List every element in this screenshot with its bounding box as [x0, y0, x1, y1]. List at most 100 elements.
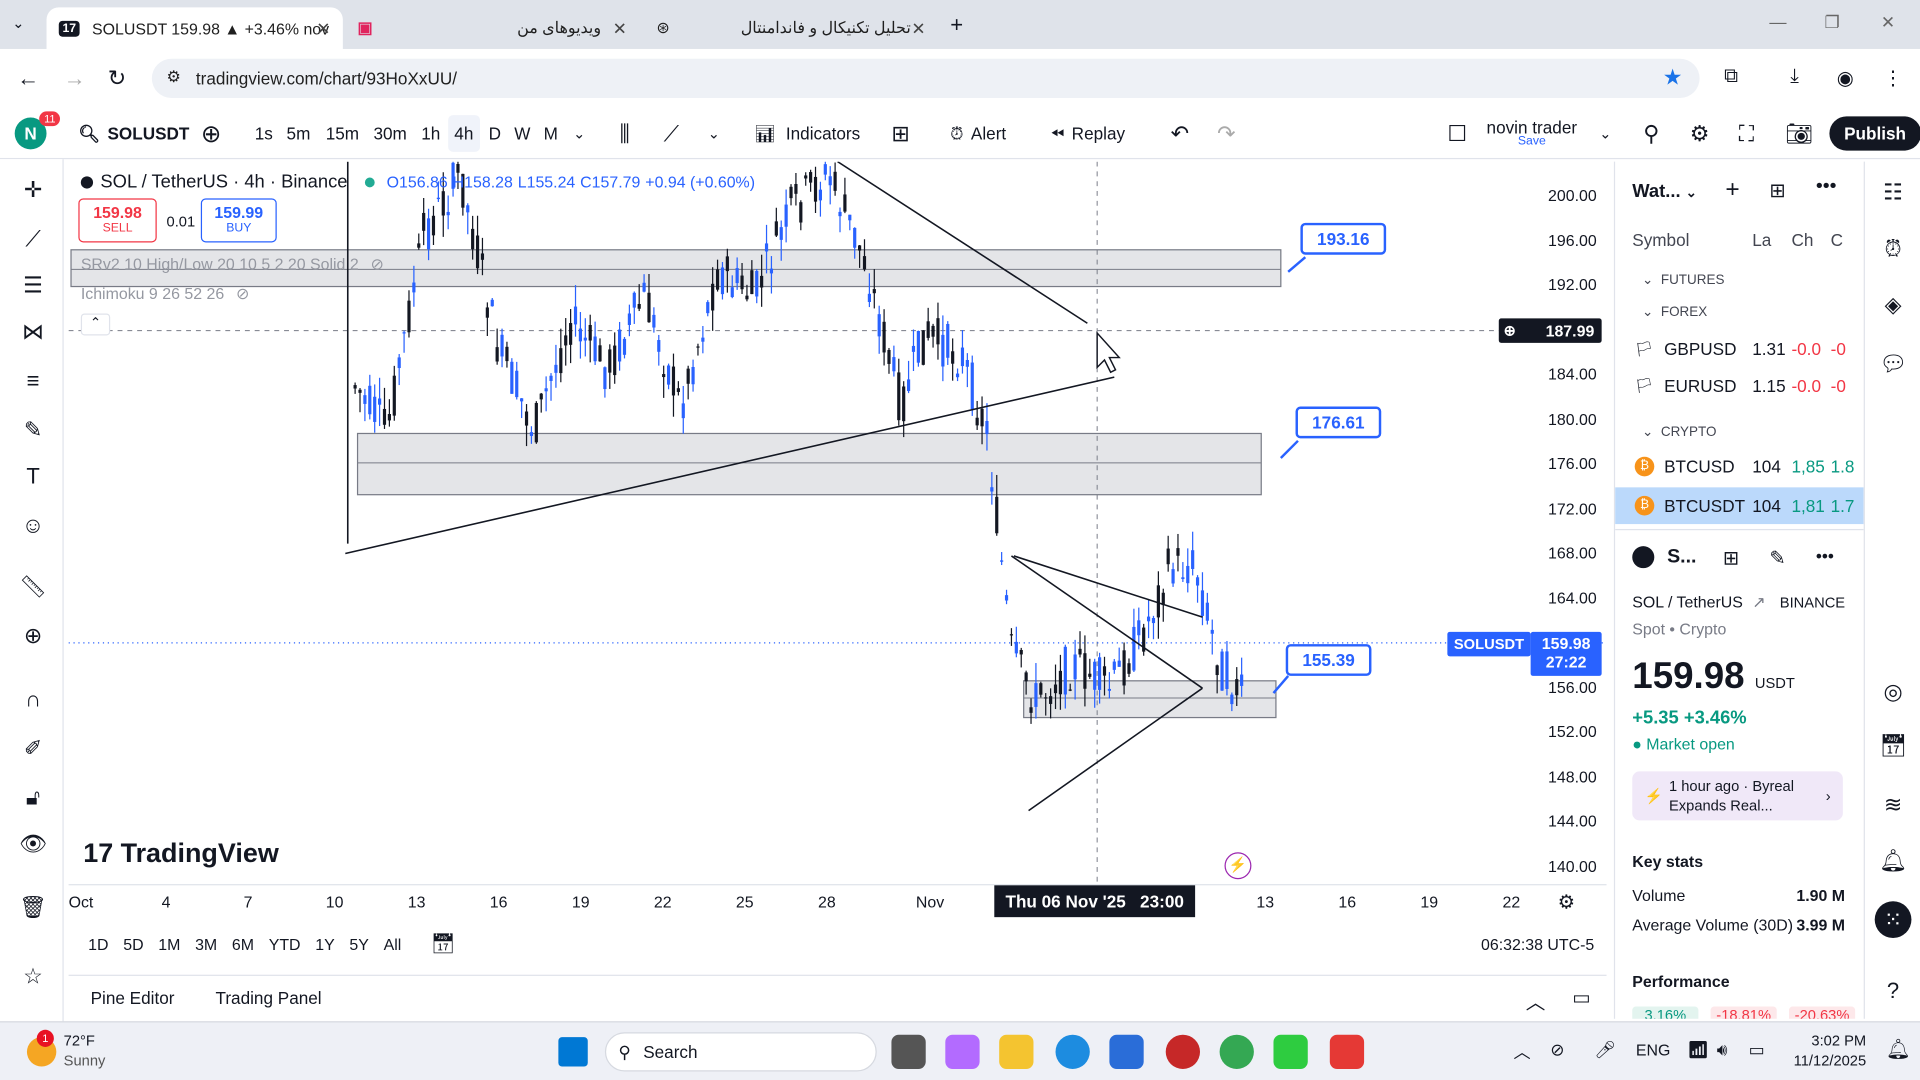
watchlist-icon[interactable]: ☷ — [1877, 176, 1909, 208]
layout-grid-icon[interactable]: ⊞ — [1723, 546, 1739, 570]
time-axis[interactable]: Oct 4 7 10 13 16 19 22 25 28 Nov 13 16 19 22 Thu 06 No… — [68, 884, 1607, 918]
buy-button[interactable]: 159.99 BUY — [200, 198, 277, 243]
sell-button[interactable]: 159.98 SELL — [78, 198, 157, 243]
watchlist-title[interactable]: Wat... ⌄ — [1632, 181, 1697, 202]
calendar-icon[interactable]: 📅︎ — [1877, 730, 1909, 762]
apps-grid-icon[interactable]: ⁙ — [1874, 901, 1912, 938]
price-axis[interactable]: 200.00196.00192.00188.00184.00180.00176.… — [1447, 162, 1606, 884]
tray-chevron-icon[interactable]: ︿ — [1513, 1040, 1530, 1064]
brush-icon[interactable]: ✎ — [17, 414, 49, 446]
col-symbol[interactable]: Symbol — [1632, 230, 1689, 250]
zone-176[interactable] — [356, 432, 1262, 496]
edge-icon[interactable] — [1055, 1034, 1090, 1069]
add-symbol-icon[interactable]: + — [1725, 176, 1739, 204]
store-icon[interactable] — [1109, 1034, 1144, 1069]
trend-line-icon[interactable]: ⟋ — [17, 223, 49, 255]
fullscreen-icon[interactable]: ⛶ — [1739, 108, 1754, 159]
hidden-eye-icon[interactable]: ⊘ — [370, 255, 383, 273]
tab-videos[interactable]: ▣ ویدیوهای من ✕ — [345, 7, 639, 49]
profile-icon[interactable]: ◉ — [1837, 66, 1854, 90]
range-1m[interactable]: 1M — [158, 935, 180, 953]
advanced-view-icon[interactable]: ⊞ — [1769, 179, 1785, 203]
watchlist-row-btcusd[interactable]: ₿ BTCUSD 104 1,85 1.8 — [1615, 448, 1864, 485]
taskbar-search[interactable]: ⚲ Search — [604, 1032, 877, 1072]
lightning-event-icon[interactable]: ⚡ — [1224, 852, 1252, 880]
collapse-legend-icon[interactable]: ⌃ — [80, 313, 111, 336]
network-off-icon[interactable]: ⊘ — [1550, 1040, 1564, 1061]
language-indicator[interactable]: ENG — [1636, 1041, 1670, 1059]
bookmark-star-icon[interactable]: ★ — [1663, 65, 1683, 91]
tab-trading-panel[interactable]: Trading Panel — [216, 988, 322, 1008]
publish-button[interactable]: Publish — [1829, 116, 1920, 151]
extensions-icon[interactable]: ⧉ — [1724, 66, 1738, 88]
range-1d[interactable]: 1D — [88, 935, 108, 953]
weather-temp[interactable]: 72°F — [64, 1032, 95, 1049]
clock-date[interactable]: 11/12/2025 — [1788, 1052, 1866, 1069]
alerts-clock-icon[interactable]: ⏰︎ — [1877, 233, 1909, 265]
range-1y[interactable]: 1Y — [315, 935, 334, 953]
timezone-clock[interactable]: 06:32:38 UTC-5 — [1481, 935, 1594, 953]
camtasia-icon[interactable] — [1273, 1034, 1308, 1069]
interval-1h[interactable]: 1h — [421, 108, 440, 159]
emoji-icon[interactable]: ☺ — [17, 509, 49, 541]
zoom-in-icon[interactable]: ⊕ — [17, 620, 49, 652]
chrome-icon[interactable] — [1219, 1034, 1254, 1069]
tab-pine-editor[interactable]: Pine Editor — [91, 988, 175, 1008]
app-p-icon[interactable] — [1165, 1034, 1201, 1069]
range-3m[interactable]: 3M — [195, 935, 217, 953]
range-all[interactable]: All — [384, 935, 402, 953]
magnet-icon[interactable]: ∩ — [17, 683, 49, 715]
ruler-icon[interactable]: 📏︎ — [17, 571, 49, 603]
site-info-icon[interactable]: ⚙ — [167, 67, 181, 87]
task-view-icon[interactable] — [891, 1034, 926, 1069]
mic-icon[interactable]: 🎤︎ — [1594, 1040, 1616, 1061]
volume-icon[interactable]: 🔊︎ — [1717, 1040, 1728, 1061]
settings-gear-icon[interactable]: ⚙ — [1690, 108, 1710, 159]
battery-icon[interactable]: ▭ — [1749, 1040, 1765, 1061]
menu-icon[interactable]: ⋮ — [1883, 66, 1903, 90]
zone-label-155[interactable]: 155.39 — [1285, 644, 1372, 676]
start-windows-icon[interactable] — [558, 1037, 588, 1067]
horizontal-lines-icon[interactable]: ☰ — [17, 269, 49, 301]
interval-1s[interactable]: 1s — [255, 108, 273, 159]
user-avatar[interactable]: N 11 — [14, 108, 61, 159]
perf-chip[interactable]: 3.16% — [1632, 1006, 1699, 1019]
group-futures[interactable]: ⌄ FUTURES — [1642, 272, 1724, 288]
undo-icon[interactable]: ↶ — [1171, 108, 1189, 159]
news-card[interactable]: ⚡ 1 hour ago · Byreal Expands Real... › — [1632, 771, 1843, 821]
tab-list-chevron-icon[interactable]: ⌄ — [12, 15, 24, 32]
chat-icon[interactable]: 💬︎ — [1877, 348, 1909, 380]
external-link-icon[interactable]: ↗ — [1752, 593, 1765, 611]
legend-title[interactable]: SOL / TetherUS · 4h · Binance — [100, 171, 347, 192]
chevron-down-icon[interactable]: ⌄ — [573, 108, 585, 159]
compare-add-icon[interactable]: ⊕ — [201, 108, 222, 159]
notifications-bell-icon[interactable]: 🔔︎ — [1886, 1037, 1911, 1061]
perf-chip[interactable]: -18.81% — [1710, 1006, 1777, 1019]
target-icon[interactable]: ◎ — [1877, 676, 1909, 708]
watchlist-row-btcusdt[interactable]: ₿ BTCUSDT 104 1,81 1.7 — [1615, 487, 1864, 525]
reload-icon[interactable]: ↻ — [108, 66, 126, 92]
eye-icon[interactable]: 👁︎ — [17, 828, 49, 860]
lock-icon[interactable]: 🔓︎ — [17, 781, 49, 813]
axis-settings-icon[interactable]: ⚙ — [1558, 890, 1576, 914]
interval-30m[interactable]: 30m — [373, 108, 406, 159]
hidden-eye-icon[interactable]: ⊘ — [236, 284, 249, 302]
tab-solusdt[interactable]: 17 SOLUSDT 159.98 ▲ +3.46% nov ✕ — [46, 7, 343, 49]
range-5y[interactable]: 5Y — [349, 935, 368, 953]
maximize-panel-icon[interactable]: ▭ — [1572, 986, 1591, 1010]
group-forex[interactable]: ⌄ FOREX — [1642, 304, 1707, 320]
forward-icon[interactable]: → — [64, 66, 86, 92]
close-icon[interactable]: ✕ — [316, 18, 330, 39]
col-last[interactable]: La — [1752, 230, 1771, 250]
layout-checkbox-icon[interactable]: ☐ — [1447, 108, 1467, 159]
tab-analysis[interactable]: ⊛ تحلیل تکنیکال و فاندامنتال ✕ — [644, 7, 938, 49]
zone-label-193[interactable]: 193.16 — [1300, 222, 1387, 255]
details-name[interactable]: SOL / TetherUS — [1632, 593, 1743, 611]
zone-label-176[interactable]: 176.61 — [1295, 406, 1382, 439]
edit-note-icon[interactable]: ✎ — [1769, 546, 1785, 570]
interval-4h[interactable]: 4h — [448, 115, 480, 152]
layout-name-button[interactable]: novin trader Save — [1487, 108, 1578, 159]
copilot-icon[interactable] — [945, 1034, 980, 1069]
bell-icon[interactable]: 🔔︎ — [1877, 845, 1909, 877]
maximize-icon[interactable]: ❐ — [1825, 12, 1840, 33]
